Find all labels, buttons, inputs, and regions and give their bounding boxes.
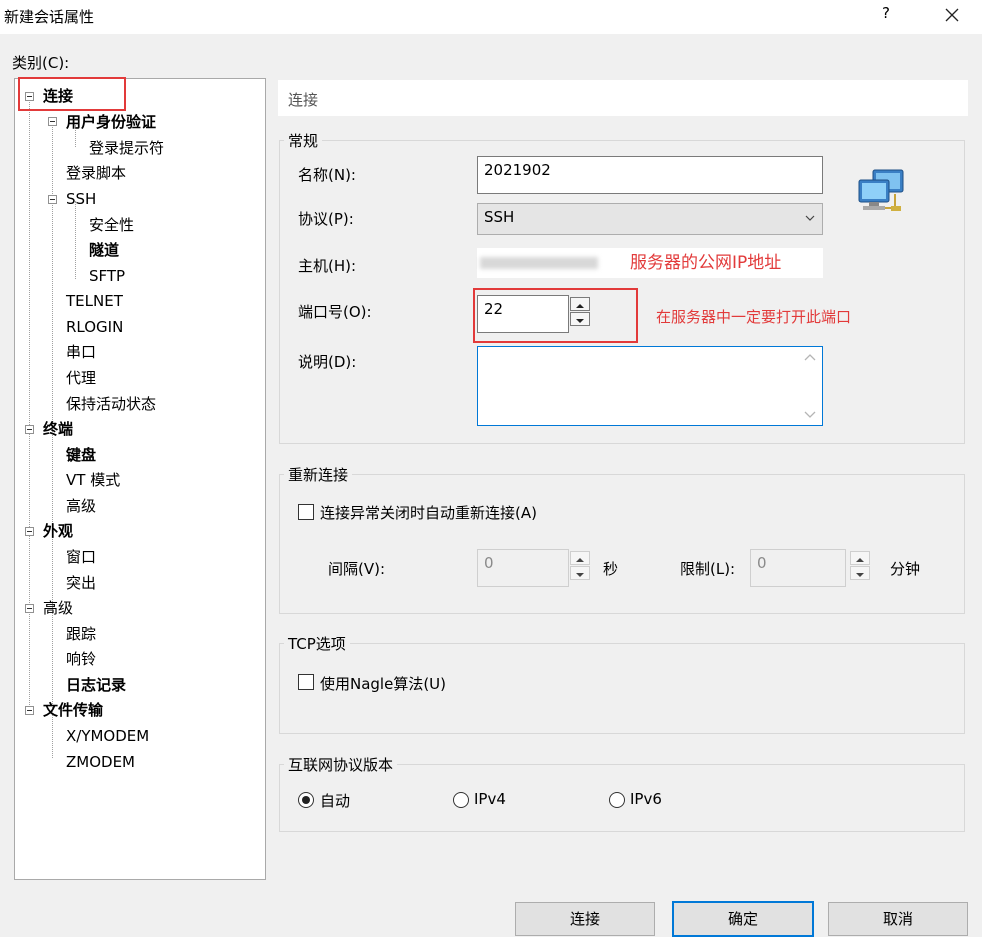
collapse-icon[interactable] <box>48 117 57 126</box>
tree-item-proxy[interactable]: 代理 <box>66 367 96 389</box>
ok-button[interactable]: 确定 <box>672 901 814 937</box>
tree-item-telnet[interactable]: TELNET <box>66 290 123 312</box>
host-label: 主机(H): <box>298 257 357 275</box>
section-title: 连接 <box>278 80 968 116</box>
limit-label: 限制(L): <box>680 560 736 578</box>
collapse-icon[interactable] <box>25 527 34 536</box>
tree-item-highlight[interactable]: 突出 <box>66 572 96 594</box>
tcp-group-title: TCP选项 <box>284 633 350 654</box>
spin-down-icon[interactable] <box>850 566 870 580</box>
general-group-title: 常规 <box>284 130 323 151</box>
tree-item-bell[interactable]: 响铃 <box>66 648 96 670</box>
tree-item-security[interactable]: 安全性 <box>89 214 134 236</box>
reconnect-group-title: 重新连接 <box>284 464 353 485</box>
tree-line <box>75 201 76 279</box>
collapse-icon[interactable] <box>25 604 34 613</box>
tree-line <box>29 95 30 711</box>
collapse-icon[interactable] <box>48 195 57 204</box>
window-title: 新建会话属性 <box>4 8 95 26</box>
limit-input[interactable]: 0 <box>750 549 846 587</box>
tree-line <box>52 125 53 758</box>
interval-unit: 秒 <box>603 560 619 578</box>
limit-spinner[interactable] <box>850 551 870 580</box>
auto-radio[interactable] <box>298 792 314 808</box>
close-button[interactable] <box>936 2 968 30</box>
ipv6-label: IPv6 <box>630 790 662 808</box>
spin-up-icon[interactable] <box>570 551 590 565</box>
network-computers-icon <box>855 168 909 220</box>
ipv4-label: IPv4 <box>474 790 506 808</box>
auto-reconnect-label: 连接异常关闭时自动重新连接(A) <box>320 504 537 522</box>
ipv4-radio[interactable] <box>453 792 469 808</box>
scroll-up-icon[interactable] <box>801 351 819 365</box>
interval-spinner[interactable] <box>570 551 590 580</box>
tree-item-zmodem[interactable]: ZMODEM <box>66 751 135 773</box>
protocol-label: 协议(P): <box>298 210 354 228</box>
tree-item-ssh[interactable]: SSH <box>66 188 96 210</box>
tree-item-terminal[interactable]: 终端 <box>43 418 73 440</box>
tree-item-vt-mode[interactable]: VT 模式 <box>66 469 120 491</box>
help-button[interactable]: ? <box>872 4 900 28</box>
tree-item-file-transfer[interactable]: 文件传输 <box>43 699 103 721</box>
name-input[interactable]: 2021902 <box>477 156 823 194</box>
collapse-icon[interactable] <box>25 706 34 715</box>
auto-label: 自动 <box>320 792 351 810</box>
description-label: 说明(D): <box>298 353 357 371</box>
connect-button[interactable]: 连接 <box>515 902 655 936</box>
nagle-label: 使用Nagle算法(U) <box>320 675 447 693</box>
tree-item-terminal-advanced[interactable]: 高级 <box>66 495 96 517</box>
auto-reconnect-checkbox[interactable] <box>298 504 314 520</box>
ip-version-group-title: 互联网协议版本 <box>284 754 398 775</box>
host-annotation: 服务器的公网IP地址 <box>630 253 782 273</box>
category-label: 类别(C): <box>12 54 70 72</box>
tree-item-keyboard[interactable]: 键盘 <box>66 444 96 466</box>
tree-item-tunnel[interactable]: 隧道 <box>89 239 119 261</box>
reconnect-group <box>279 474 965 614</box>
tree-item-rlogin[interactable]: RLOGIN <box>66 316 123 338</box>
port-annotation: 在服务器中一定要打开此端口 <box>656 308 852 326</box>
tree-item-sftp[interactable]: SFTP <box>89 265 125 287</box>
tree-item-advanced[interactable]: 高级 <box>43 597 73 619</box>
spin-up-icon[interactable] <box>850 551 870 565</box>
highlight-box <box>18 77 126 111</box>
tree-item-xymodem[interactable]: X/YMODEM <box>66 725 149 747</box>
tree-item-window[interactable]: 窗口 <box>66 546 96 568</box>
scroll-down-icon[interactable] <box>801 407 819 421</box>
tree-item-serial[interactable]: 串口 <box>66 341 96 363</box>
tree-item-logging[interactable]: 日志记录 <box>66 674 126 696</box>
cancel-button[interactable]: 取消 <box>828 902 968 936</box>
tree-item-login-script[interactable]: 登录脚本 <box>66 162 126 184</box>
interval-input[interactable]: 0 <box>477 549 569 587</box>
interval-label: 间隔(V): <box>328 560 386 578</box>
name-label: 名称(N): <box>298 166 356 184</box>
protocol-value: SSH <box>484 208 515 226</box>
tree-item-appearance[interactable]: 外观 <box>43 520 73 542</box>
tree-item-auth[interactable]: 用户身份验证 <box>66 111 156 133</box>
title-bar <box>0 0 982 34</box>
nagle-checkbox[interactable] <box>298 674 314 690</box>
tree-item-login-prompt[interactable]: 登录提示符 <box>89 137 164 159</box>
port-highlight-box <box>473 288 638 343</box>
redacted-host <box>480 257 598 269</box>
chevron-down-icon <box>804 210 816 228</box>
tree-item-keepalive[interactable]: 保持活动状态 <box>66 393 156 415</box>
spin-down-icon[interactable] <box>570 566 590 580</box>
description-textarea[interactable] <box>477 346 823 426</box>
ipv6-radio[interactable] <box>609 792 625 808</box>
collapse-icon[interactable] <box>25 425 34 434</box>
tree-item-trace[interactable]: 跟踪 <box>66 623 96 645</box>
category-tree[interactable]: 连接 用户身份验证 登录提示符 登录脚本 SSH 安全性 隧道 SFTP TEL… <box>14 78 266 880</box>
limit-unit: 分钟 <box>890 560 921 578</box>
description-scrollbar[interactable] <box>801 349 819 423</box>
close-icon <box>945 8 959 22</box>
port-label: 端口号(O): <box>298 303 372 321</box>
protocol-select[interactable]: SSH <box>477 203 823 235</box>
